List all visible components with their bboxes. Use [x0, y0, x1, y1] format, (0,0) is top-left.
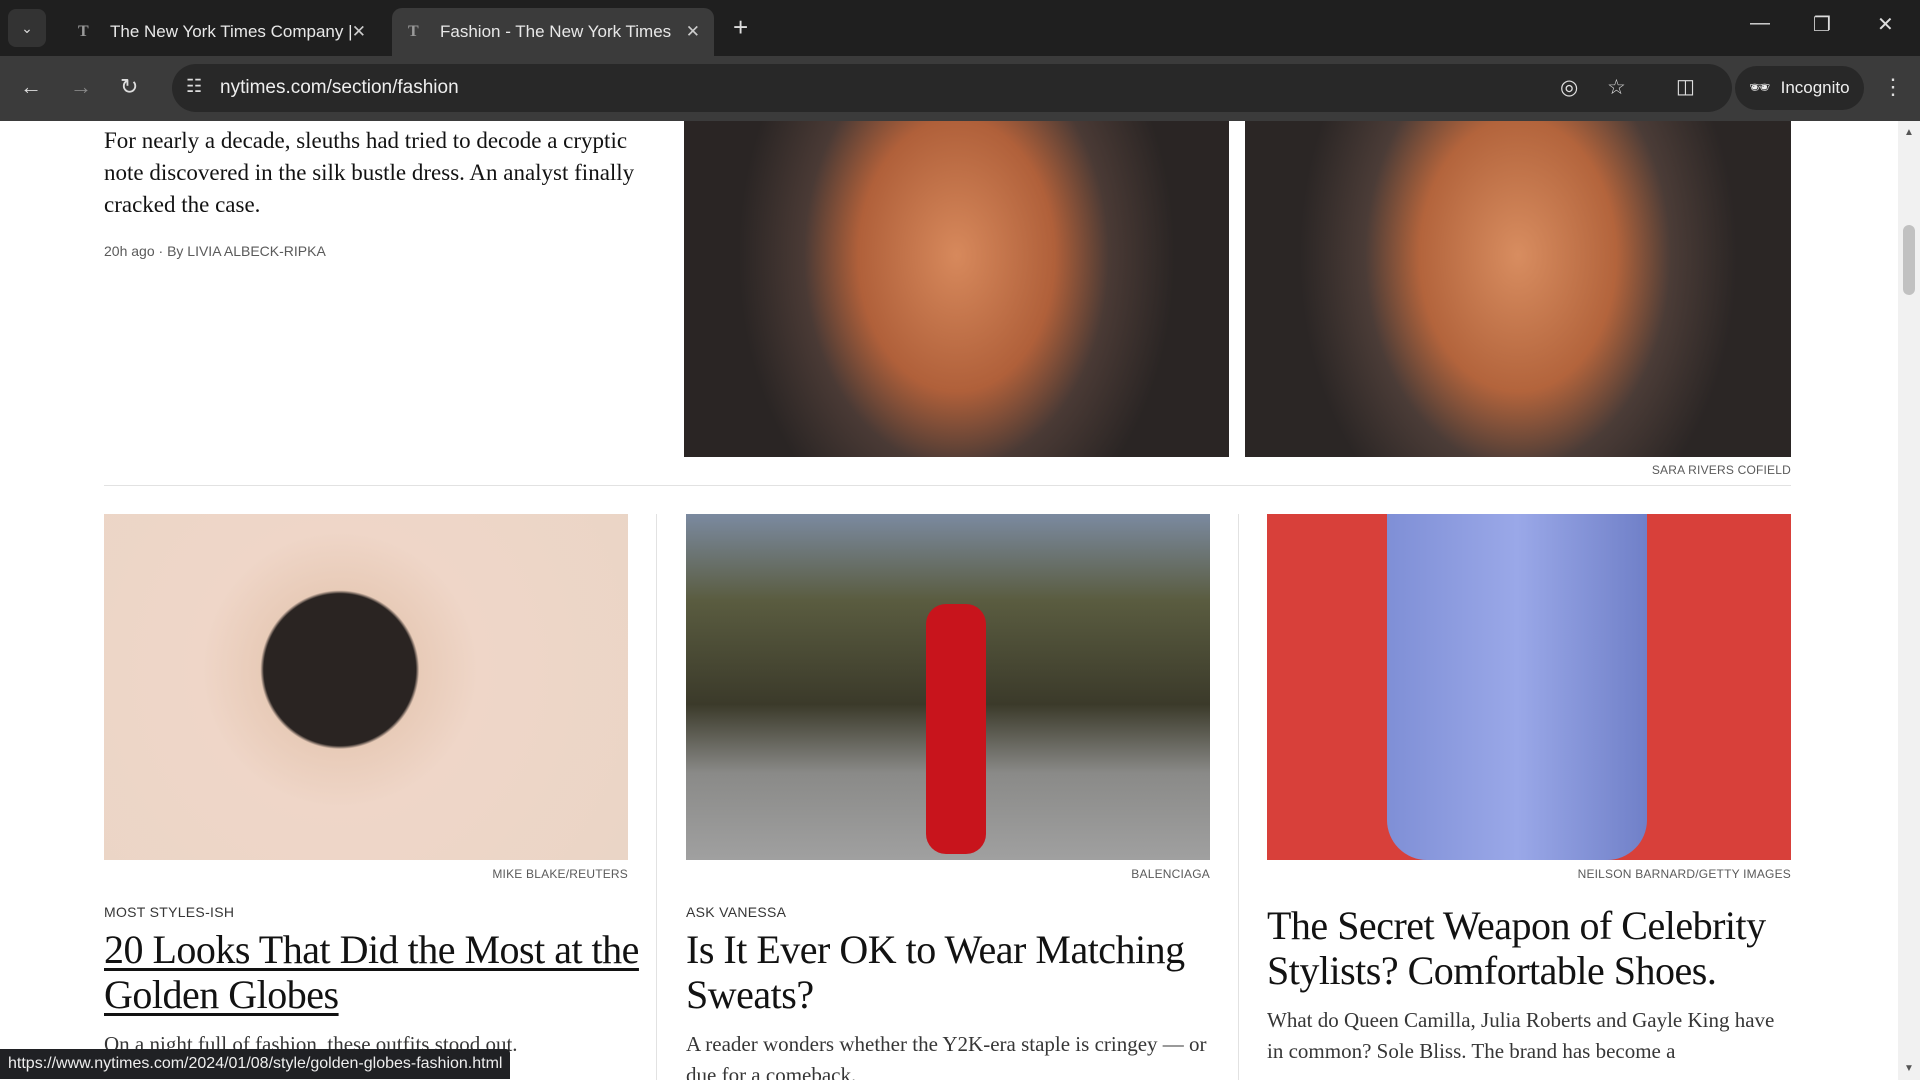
column-divider — [656, 514, 657, 1080]
incognito-badge[interactable]: 🕶 Incognito — [1735, 66, 1864, 110]
side-panel-icon[interactable]: ◫ — [1676, 74, 1695, 99]
url-text[interactable]: nytimes.com/section/fashion — [220, 77, 459, 99]
address-bar[interactable]: ☷ nytimes.com/section/fashion ◎ ☆ — [172, 64, 1732, 112]
toolbar: ← → ↻ ☷ nytimes.com/section/fashion ◎ ☆ … — [0, 56, 1920, 121]
story-kicker[interactable]: MOST STYLES-ISH — [104, 904, 234, 920]
profile-label: Incognito — [1780, 78, 1850, 97]
story-kicker[interactable]: ASK VANESSA — [686, 904, 786, 920]
golden-globes-image[interactable] — [104, 514, 628, 860]
eye-off-icon[interactable]: ◎ — [1560, 75, 1578, 100]
tab-bar: ⌄ T The New York Times Company | ✕ T Fas… — [0, 0, 1920, 56]
divider — [104, 485, 1791, 486]
story-summary: For nearly a decade, sleuths had tried t… — [104, 128, 635, 217]
photo-credit: MIKE BLAKE/REUTERS — [492, 867, 628, 881]
tab-search-button[interactable]: ⌄ — [8, 9, 46, 47]
back-button[interactable]: ← — [20, 74, 42, 100]
reload-button[interactable]: ↻ — [120, 74, 138, 100]
restore-button[interactable]: ❐ — [1813, 12, 1831, 37]
incognito-icon: 🕶 — [1749, 78, 1771, 97]
site-info-icon[interactable]: ☷ — [186, 76, 202, 97]
menu-icon[interactable]: ⋮ — [1882, 74, 1904, 100]
tab-title: The New York Times Company | — [110, 22, 353, 41]
column-divider — [1238, 514, 1239, 1080]
story-dek: What do Queen Camilla, Julia Roberts and… — [1267, 1008, 1775, 1063]
tab-nyt-company[interactable]: T The New York Times Company | ✕ — [62, 8, 380, 56]
story-time: 20h ago — [104, 243, 155, 259]
photo-credit: NEILSON BARNARD/GETTY IMAGES — [1577, 867, 1791, 881]
dress-image-left[interactable] — [684, 121, 1229, 457]
dress-image-right[interactable] — [1245, 121, 1791, 457]
star-icon[interactable]: ☆ — [1607, 75, 1626, 100]
minimize-button[interactable]: — — [1750, 12, 1770, 35]
page-content: For nearly a decade, sleuths had tried t… — [0, 121, 1898, 1080]
forward-button[interactable]: → — [70, 74, 92, 100]
chevron-down-icon: ⌄ — [21, 19, 33, 36]
nyt-favicon-icon: T — [78, 23, 89, 40]
nyt-favicon-icon: T — [408, 23, 419, 40]
close-tab-icon[interactable]: ✕ — [352, 22, 366, 42]
red-outfit — [926, 604, 986, 854]
comfortable-shoes-image[interactable] — [1267, 514, 1791, 860]
scroll-up-icon[interactable]: ▲ — [1904, 127, 1914, 138]
tab-title: Fashion - The New York Times — [440, 22, 672, 41]
scrollbar-thumb[interactable] — [1903, 225, 1915, 295]
story-byline: 20h ago · By LIVIA ALBECK-RIPKA — [104, 243, 326, 259]
photo-credit: BALENCIAGA — [1131, 867, 1210, 881]
story-author: By LIVIA ALBECK-RIPKA — [167, 243, 326, 259]
close-window-button[interactable]: ✕ — [1877, 12, 1894, 37]
story-headline-link[interactable]: The Secret Weapon of Celebrity Stylists?… — [1267, 903, 1807, 993]
status-bar-url: https://www.nytimes.com/2024/01/08/style… — [0, 1049, 511, 1079]
story-headline-link[interactable]: 20 Looks That Did the Most at the Golden… — [104, 927, 644, 1017]
story-headline-link[interactable]: Is It Ever OK to Wear Matching Sweats? — [686, 927, 1226, 1017]
photo-credit: SARA RIVERS COFIELD — [1651, 463, 1791, 477]
scroll-down-icon[interactable]: ▼ — [1904, 1063, 1914, 1074]
blue-gown — [1387, 514, 1647, 860]
matching-sweats-image[interactable] — [686, 514, 1210, 860]
tab-fashion[interactable]: T Fashion - The New York Times ✕ — [392, 8, 714, 56]
new-tab-button[interactable]: + — [733, 12, 748, 43]
story-dek: A reader wonders whether the Y2K-era sta… — [686, 1032, 1207, 1080]
close-tab-icon[interactable]: ✕ — [686, 22, 700, 42]
scrollbar[interactable]: ▲ ▼ — [1898, 121, 1920, 1080]
